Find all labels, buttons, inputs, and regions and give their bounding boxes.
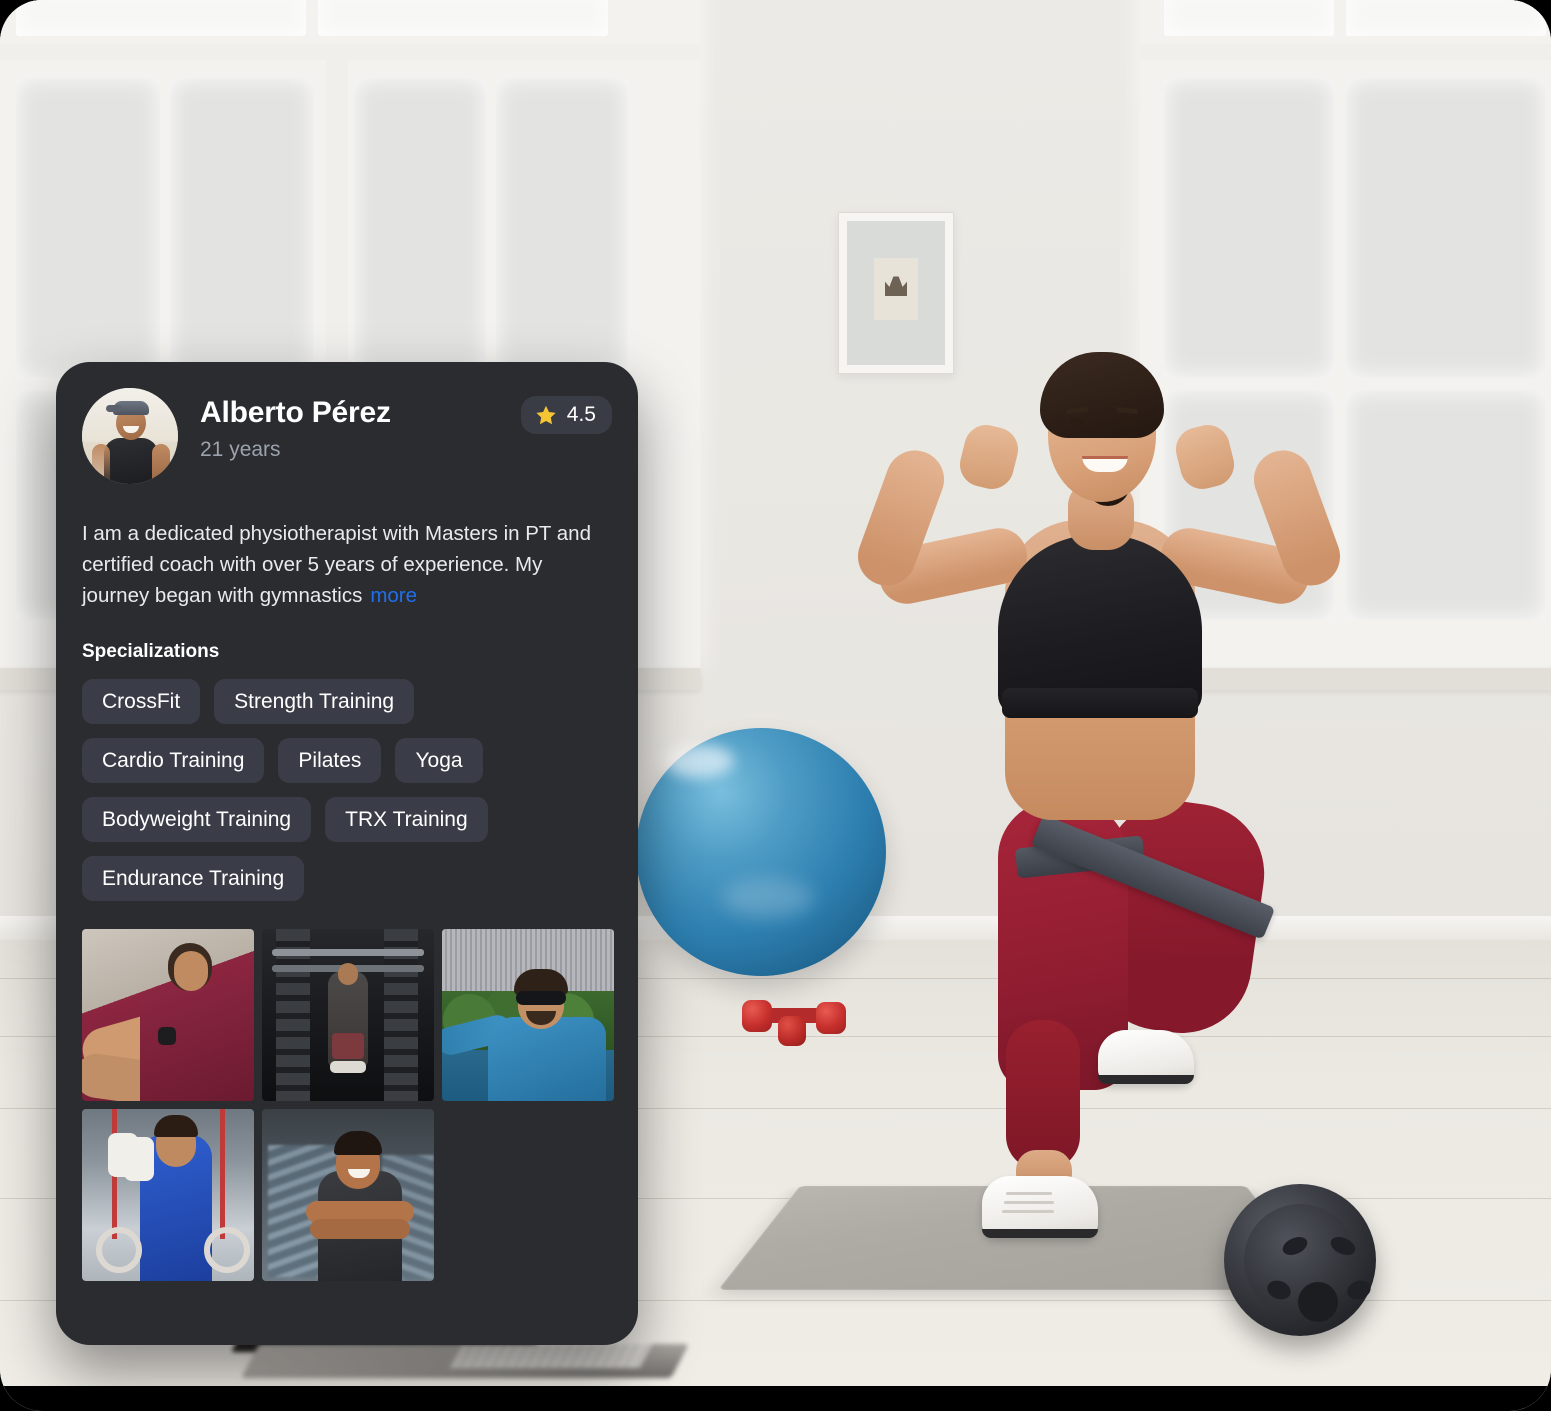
shoe-front bbox=[982, 1176, 1098, 1238]
specialization-tag[interactable]: Cardio Training bbox=[82, 738, 265, 784]
bio-text: I am a dedicated physiotherapist with Ma… bbox=[82, 522, 591, 608]
wheel-spoke bbox=[1279, 1233, 1311, 1259]
shoe-lace bbox=[1006, 1192, 1052, 1195]
profile-age: 21 years bbox=[200, 438, 281, 461]
window-pane bbox=[1346, 78, 1546, 378]
window-pane bbox=[1346, 390, 1546, 620]
avatar[interactable] bbox=[82, 388, 178, 484]
star-icon bbox=[536, 405, 556, 424]
shoe-lace bbox=[1002, 1210, 1054, 1213]
art-image bbox=[874, 258, 918, 321]
specialization-tag[interactable]: Strength Training bbox=[214, 679, 415, 725]
hand-left bbox=[955, 420, 1023, 494]
window-mullion bbox=[0, 44, 700, 60]
specialization-tag[interactable]: Pilates bbox=[278, 738, 382, 784]
avatar-arm bbox=[152, 444, 170, 484]
wheel-hub bbox=[1298, 1282, 1338, 1322]
shoe-sole bbox=[1098, 1075, 1194, 1084]
eye bbox=[1120, 418, 1134, 425]
photo-gallery bbox=[82, 929, 614, 1282]
gallery-photo[interactable] bbox=[82, 929, 254, 1102]
specializations-title: Specializations bbox=[82, 641, 220, 663]
hand-right bbox=[1171, 420, 1239, 494]
specialization-tag[interactable]: Endurance Training bbox=[82, 856, 305, 902]
more-link[interactable]: more bbox=[370, 584, 417, 607]
crown-icon bbox=[885, 276, 907, 297]
rating-value: 4.5 bbox=[566, 403, 596, 426]
window-pane bbox=[496, 78, 628, 378]
specialization-tag[interactable]: Bodyweight Training bbox=[82, 797, 312, 843]
gallery-photo[interactable] bbox=[82, 1109, 254, 1282]
gallery-photo[interactable] bbox=[262, 1109, 434, 1282]
wheel-spoke bbox=[1327, 1233, 1359, 1259]
trainer-profile-card: Alberto Pérez 21 years 4.5 I am a dedica… bbox=[56, 362, 638, 1345]
window-pane bbox=[318, 0, 608, 36]
avatar-torso bbox=[104, 438, 158, 484]
window-pane bbox=[354, 78, 486, 378]
window-pane bbox=[170, 78, 314, 378]
wheel-spoke bbox=[1264, 1277, 1294, 1303]
window-pane bbox=[1164, 0, 1334, 36]
screenshot-canvas: Alberto Pérez 21 years 4.5 I am a dedica… bbox=[0, 0, 1551, 1411]
laptop-keyboard bbox=[449, 1344, 653, 1368]
shoe-lace bbox=[1004, 1201, 1054, 1204]
profile-header: Alberto Pérez 21 years 4.5 bbox=[82, 388, 612, 484]
ball-highlight bbox=[664, 744, 734, 778]
shoe-back bbox=[1098, 1030, 1194, 1084]
rating-badge[interactable]: 4.5 bbox=[520, 396, 612, 434]
gallery-photo[interactable] bbox=[442, 929, 614, 1102]
profile-bio: I am a dedicated physiotherapist with Ma… bbox=[82, 518, 612, 611]
window-pane bbox=[1346, 0, 1546, 36]
hair bbox=[1040, 352, 1164, 438]
specialization-tag[interactable]: CrossFit bbox=[82, 679, 201, 725]
dumbbell-head bbox=[742, 1000, 772, 1032]
sports-bra-band bbox=[1002, 688, 1198, 718]
eye bbox=[1070, 418, 1084, 425]
gallery-photo[interactable] bbox=[262, 929, 434, 1102]
avatar-arm bbox=[92, 444, 110, 484]
avatar-cap-brim bbox=[106, 405, 122, 412]
window-mullion bbox=[1140, 44, 1551, 60]
ab-roller-wheel bbox=[1224, 1184, 1376, 1336]
specializations-list: CrossFit Strength Training Cardio Traini… bbox=[82, 679, 582, 902]
dumbbell-head bbox=[778, 1016, 806, 1046]
window-pane bbox=[16, 0, 306, 36]
wheel-inner bbox=[1244, 1204, 1374, 1322]
exercising-woman bbox=[830, 330, 1370, 1238]
window-pane bbox=[16, 78, 160, 378]
specialization-tag[interactable]: Yoga bbox=[395, 738, 483, 784]
bottom-crop-band bbox=[0, 1386, 1551, 1411]
ball-highlight bbox=[722, 878, 814, 918]
specialization-tag[interactable]: TRX Training bbox=[325, 797, 488, 843]
shoe-sole bbox=[982, 1229, 1098, 1238]
front-shin bbox=[1006, 1020, 1080, 1170]
